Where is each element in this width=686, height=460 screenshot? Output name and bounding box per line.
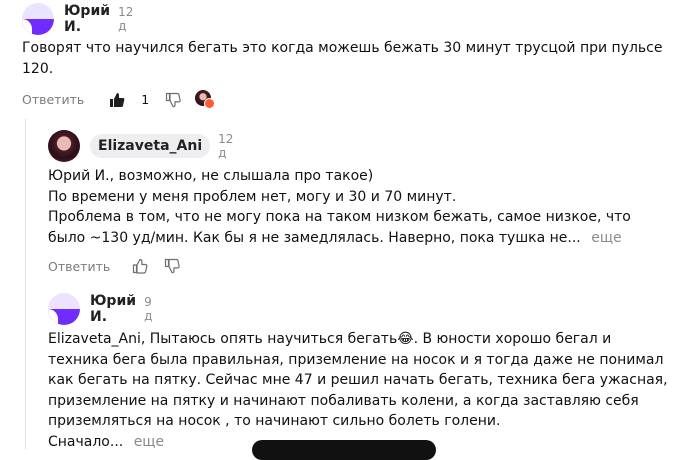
- text-line: По времени у меня проблем нет, могу и 30…: [48, 188, 457, 205]
- comment-1-actions: Ответить 1: [22, 90, 216, 109]
- reaction-avatar[interactable]: [195, 90, 216, 109]
- text-line: приземляться на носок , то начинают силь…: [48, 413, 501, 429]
- thumbs-down-icon[interactable]: [164, 258, 180, 274]
- avatar[interactable]: [48, 130, 80, 162]
- text-line: 120.: [22, 60, 54, 77]
- comment-text: Elizaveta_Ani, Пытаюсь опять научиться б…: [48, 329, 668, 452]
- comment-2-actions: Ответить: [48, 258, 180, 274]
- text-line: Юрий И., возможно, не слышала про такое): [48, 168, 374, 184]
- author-name[interactable]: Юрий И.: [90, 293, 136, 325]
- author-name[interactable]: Юрий И.: [64, 3, 110, 35]
- comment-date: 12 д: [118, 5, 134, 33]
- thread-line: [25, 119, 26, 449]
- reply-button[interactable]: Ответить: [22, 92, 84, 107]
- text-line: как бегать на пятку. Сейчас мне 47 и реш…: [48, 372, 668, 388]
- text-line: Говорят что научился бегать это когда мо…: [22, 40, 663, 56]
- text-line: было ~130 уд/мин. Как бы я не замедлялас…: [48, 229, 581, 246]
- show-more-link[interactable]: еще: [591, 230, 621, 246]
- text-line: техника бега была правильная, приземлени…: [48, 351, 664, 368]
- avatar[interactable]: [48, 293, 80, 325]
- comment-2-header: Elizaveta_Ani 12 д: [48, 130, 233, 162]
- like-count: 1: [141, 92, 150, 107]
- thumbs-up-filled-icon[interactable]: [109, 92, 125, 108]
- show-more-link[interactable]: еще: [134, 434, 164, 450]
- comment-3-header: Юрий И. 9 д: [48, 293, 152, 325]
- thumbs-down-icon[interactable]: [165, 92, 181, 108]
- heart-icon: [204, 98, 216, 109]
- reply-button[interactable]: Ответить: [48, 259, 110, 274]
- comment-date: 12 д: [218, 132, 234, 160]
- avatar[interactable]: [22, 3, 54, 35]
- comment-text: Говорят что научился бегать это когда мо…: [22, 38, 663, 79]
- text-line: Elizaveta_Ani, Пытаюсь опять научиться б…: [48, 331, 612, 347]
- thumbs-up-icon[interactable]: [132, 258, 148, 274]
- comment-1-header: Юрий И. 12 д: [22, 3, 133, 35]
- floating-action-bar[interactable]: [252, 440, 436, 460]
- author-name[interactable]: Elizaveta_Ani: [90, 134, 211, 158]
- comment-text: Юрий И., возможно, не слышала про такое)…: [48, 166, 631, 248]
- text-line: Проблема в том, что не могу пока на тако…: [48, 209, 631, 225]
- comment-date: 9 д: [144, 295, 153, 323]
- text-line: приземление на пятку и начинают побалива…: [48, 392, 639, 409]
- text-line: Сначало...: [48, 433, 124, 450]
